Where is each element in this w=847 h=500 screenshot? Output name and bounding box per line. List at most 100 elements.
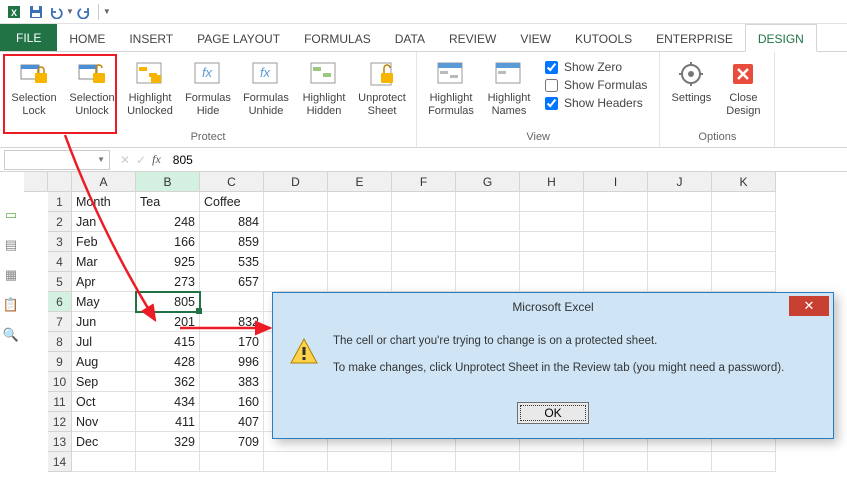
close-design-button[interactable]: Close Design <box>718 56 768 119</box>
cell[interactable] <box>584 212 648 232</box>
cell[interactable] <box>712 272 776 292</box>
cell[interactable] <box>712 212 776 232</box>
column-header[interactable]: I <box>584 172 648 192</box>
name-box[interactable]: ▼ <box>4 150 110 170</box>
cell[interactable]: 248 <box>136 212 200 232</box>
cell[interactable]: 415 <box>136 332 200 352</box>
highlight-unlocked-button[interactable]: Highlight Unlocked <box>122 56 178 119</box>
show-zero-checkbox[interactable]: Show Zero <box>545 60 647 74</box>
cell[interactable]: Jan <box>72 212 136 232</box>
cell[interactable] <box>264 212 328 232</box>
find-icon[interactable]: 🔍 <box>2 326 20 344</box>
cell[interactable] <box>520 232 584 252</box>
row-header[interactable]: 12 <box>48 412 72 432</box>
cell[interactable]: 273 <box>136 272 200 292</box>
cell[interactable]: Apr <box>72 272 136 292</box>
cell[interactable] <box>392 272 456 292</box>
column-header[interactable]: D <box>264 172 328 192</box>
cell[interactable] <box>712 452 776 472</box>
cell[interactable]: Oct <box>72 392 136 412</box>
tab-view[interactable]: VIEW <box>508 24 563 51</box>
row-header[interactable]: 5 <box>48 272 72 292</box>
undo-icon[interactable] <box>46 2 66 22</box>
cell[interactable] <box>456 272 520 292</box>
highlight-formulas-button[interactable]: Highlight Formulas <box>423 56 479 119</box>
cell[interactable] <box>136 452 200 472</box>
undo-dropdown[interactable]: ▼ <box>66 7 74 16</box>
cell[interactable] <box>648 452 712 472</box>
cell[interactable] <box>648 252 712 272</box>
cell[interactable] <box>328 452 392 472</box>
cell[interactable]: 859 <box>200 232 264 252</box>
cell[interactable]: 166 <box>136 232 200 252</box>
enter-icon[interactable]: ✓ <box>136 153 146 167</box>
cell[interactable]: Sep <box>72 372 136 392</box>
cell[interactable]: 884 <box>200 212 264 232</box>
row-header[interactable]: 10 <box>48 372 72 392</box>
column-header[interactable]: J <box>648 172 712 192</box>
row-header[interactable]: 11 <box>48 392 72 412</box>
highlight-names-button[interactable]: Highlight Names <box>481 56 537 119</box>
column-header[interactable]: H <box>520 172 584 192</box>
cell[interactable]: 383 <box>200 372 264 392</box>
row-header[interactable]: 1 <box>48 192 72 212</box>
cell[interactable]: Feb <box>72 232 136 252</box>
cell[interactable] <box>328 212 392 232</box>
clipboard-icon[interactable]: 📋 <box>2 296 20 314</box>
cell[interactable] <box>328 272 392 292</box>
cell[interactable]: 170 <box>200 332 264 352</box>
cell[interactable]: 428 <box>136 352 200 372</box>
worksheet-icon[interactable]: ▤ <box>2 236 20 254</box>
close-icon[interactable]: ✕ <box>789 296 829 316</box>
cell[interactable] <box>264 232 328 252</box>
cell[interactable] <box>584 452 648 472</box>
cell[interactable]: 434 <box>136 392 200 412</box>
column-header[interactable]: K <box>712 172 776 192</box>
cell[interactable] <box>328 252 392 272</box>
fx-icon[interactable]: fx <box>152 152 161 167</box>
tab-home[interactable]: HOME <box>57 24 117 51</box>
row-header[interactable]: 7 <box>48 312 72 332</box>
save-icon[interactable] <box>26 2 46 22</box>
cell[interactable] <box>648 192 712 212</box>
unprotect-sheet-button[interactable]: Unprotect Sheet <box>354 56 410 119</box>
cell[interactable] <box>264 192 328 212</box>
cell[interactable] <box>712 192 776 212</box>
formulas-unhide-button[interactable]: fx Formulas Unhide <box>238 56 294 119</box>
tab-file[interactable]: FILE <box>0 24 57 51</box>
show-formulas-checkbox[interactable]: Show Formulas <box>545 78 647 92</box>
tab-kutools[interactable]: KUTOOLS <box>563 24 644 51</box>
cell[interactable]: 996 <box>200 352 264 372</box>
row-header[interactable]: 14 <box>48 452 72 472</box>
cell[interactable]: 925 <box>136 252 200 272</box>
cell[interactable] <box>264 452 328 472</box>
settings-button[interactable]: Settings <box>666 56 716 107</box>
cell[interactable] <box>200 452 264 472</box>
cell[interactable]: Mar <box>72 252 136 272</box>
cell[interactable]: Month <box>72 192 136 212</box>
row-header[interactable]: 4 <box>48 252 72 272</box>
cell[interactable]: 411 <box>136 412 200 432</box>
tab-enterprise[interactable]: ENTERPRISE <box>644 24 745 51</box>
cell[interactable]: Jul <box>72 332 136 352</box>
nav-pane-icon[interactable]: ▭ <box>2 206 20 224</box>
cell[interactable]: 160 <box>200 392 264 412</box>
cell[interactable]: 329 <box>136 432 200 452</box>
cell[interactable]: Aug <box>72 352 136 372</box>
row-header[interactable]: 9 <box>48 352 72 372</box>
cell[interactable] <box>584 232 648 252</box>
row-header[interactable]: 13 <box>48 432 72 452</box>
row-header[interactable]: 3 <box>48 232 72 252</box>
cell[interactable]: Tea <box>136 192 200 212</box>
cell[interactable] <box>648 212 712 232</box>
cell[interactable] <box>456 452 520 472</box>
cell[interactable]: 407 <box>200 412 264 432</box>
cell[interactable] <box>264 252 328 272</box>
cell[interactable]: Dec <box>72 432 136 452</box>
column-header[interactable]: F <box>392 172 456 192</box>
cell[interactable] <box>200 292 264 312</box>
cell[interactable]: 709 <box>200 432 264 452</box>
row-header[interactable]: 2 <box>48 212 72 232</box>
cell[interactable] <box>72 452 136 472</box>
cell[interactable] <box>584 272 648 292</box>
